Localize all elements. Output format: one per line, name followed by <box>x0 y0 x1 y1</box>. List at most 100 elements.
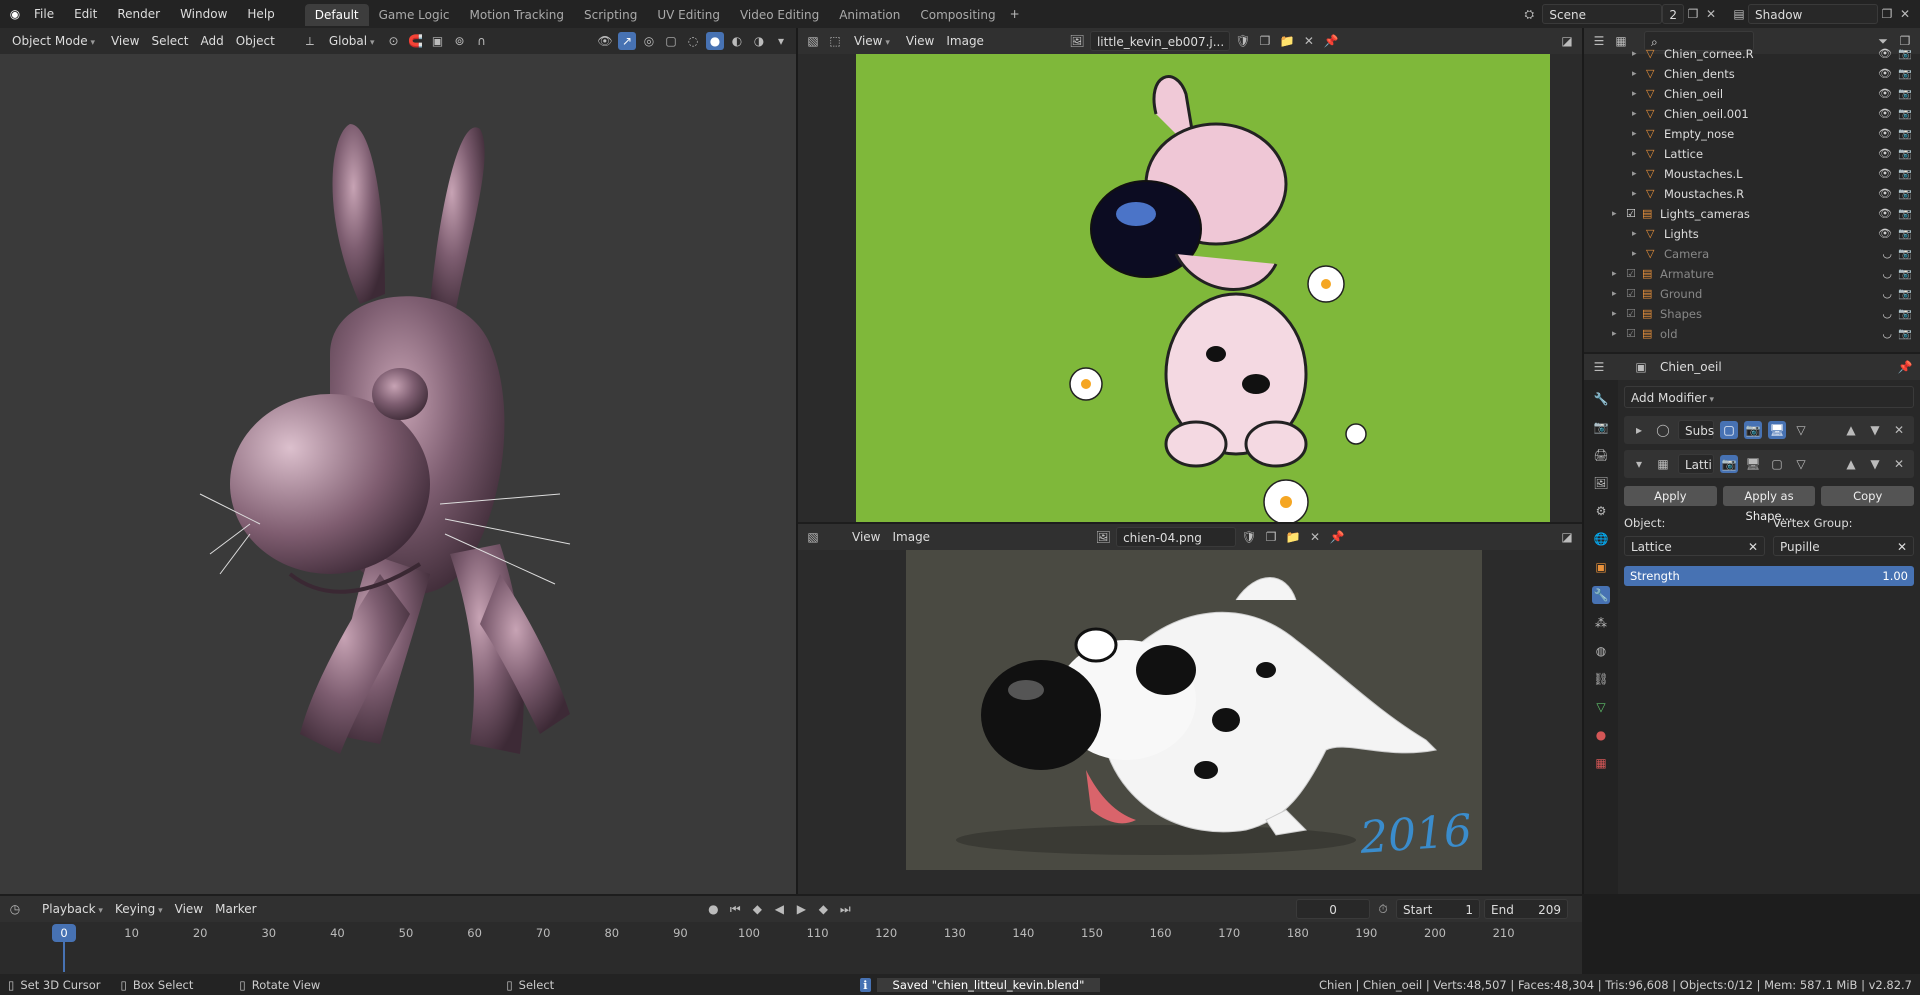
camera-icon[interactable]: 📷 <box>1898 124 1912 144</box>
image-menu-view[interactable]: View <box>846 527 886 547</box>
modifier-tab-icon[interactable]: 🔧 <box>1592 586 1610 604</box>
end-frame-field[interactable]: End 209 <box>1484 899 1569 919</box>
camera-icon[interactable]: 📷 <box>1898 44 1912 64</box>
outliner-row[interactable]: ▸ ▽ Moustaches.R 👁 📷 <box>1584 184 1920 204</box>
tool-tab-icon[interactable]: 🔧 <box>1592 390 1610 408</box>
texture-tab-icon[interactable]: ▦ <box>1592 754 1610 772</box>
orientation-dropdown[interactable]: Global <box>323 31 381 51</box>
open-image-icon[interactable]: 📁 <box>1278 32 1296 50</box>
show-cage-icon[interactable]: ▽ <box>1792 455 1810 473</box>
expand-arrow-icon[interactable]: ▸ <box>1612 284 1626 304</box>
workspace-tab-game-logic[interactable]: Game Logic <box>369 4 460 26</box>
expand-arrow-icon[interactable]: ▸ <box>1632 84 1646 104</box>
show-render-icon[interactable]: 📷 <box>1744 421 1762 439</box>
apply-as-shape-button[interactable]: Apply as Shape... <box>1722 486 1816 523</box>
image-editor-top[interactable]: ▧ ⬚ View ViewImage 🖼 little_kevin_eb007.… <box>798 28 1582 522</box>
modifier-name-field[interactable]: Subs <box>1678 420 1714 440</box>
pin-icon[interactable]: 📌 <box>1896 358 1914 376</box>
camera-icon[interactable]: 📷 <box>1898 284 1912 304</box>
preview-range-icon[interactable]: ⏱ <box>1374 900 1392 918</box>
new-scene-icon[interactable]: ❐ <box>1684 5 1702 23</box>
add-modifier-dropdown[interactable]: Add Modifier <box>1624 386 1914 408</box>
apply-button[interactable]: Apply <box>1624 486 1717 506</box>
outliner-row[interactable]: ▸ ▽ Camera ◡ 📷 <box>1584 244 1920 264</box>
remove-modifier-icon[interactable]: ✕ <box>1890 421 1908 439</box>
play-icon[interactable]: ▶ <box>792 900 810 918</box>
camera-icon[interactable]: 📷 <box>1898 224 1912 244</box>
image-menu-view[interactable]: View <box>900 31 940 51</box>
display-channels-icon[interactable]: ◪ <box>1558 32 1576 50</box>
playhead[interactable]: 0 <box>52 924 76 942</box>
fake-user-icon[interactable]: 🛡 <box>1240 528 1258 546</box>
show-editmode-icon[interactable]: ▢ <box>1768 455 1786 473</box>
wireframe-shading-icon[interactable]: ◌ <box>684 32 702 50</box>
material-shading-icon[interactable]: ◐ <box>728 32 746 50</box>
outliner-row[interactable]: ▸ ▽ Empty_nose 👁 📷 <box>1584 124 1920 144</box>
expand-arrow-icon[interactable]: ▸ <box>1612 304 1626 324</box>
expand-arrow-icon[interactable]: ▸ <box>1632 64 1646 84</box>
camera-icon[interactable]: 📷 <box>1898 324 1912 344</box>
checkbox-icon[interactable]: ☑ <box>1626 284 1642 304</box>
scene-field[interactable]: Scene <box>1542 4 1663 24</box>
solid-shading-icon[interactable]: ● <box>706 32 724 50</box>
eye-icon[interactable]: 👁 <box>1878 144 1892 164</box>
display-channels-icon[interactable]: ◪ <box>1558 528 1576 546</box>
menu-render[interactable]: Render <box>107 0 170 28</box>
object-mode-dropdown[interactable]: Object Mode <box>6 31 101 51</box>
viewport-menu-view[interactable]: View <box>105 31 145 51</box>
view-mode-icon[interactable]: ⬚ <box>826 32 844 50</box>
particles-tab-icon[interactable]: ⁂ <box>1592 614 1610 632</box>
eye-icon[interactable]: 👁 <box>1878 84 1892 104</box>
copy-button[interactable]: Copy <box>1821 486 1915 506</box>
camera-icon[interactable]: 📷 <box>1898 144 1912 164</box>
pin-icon[interactable]: 📌 <box>1328 528 1346 546</box>
expand-arrow-icon[interactable]: ▸ <box>1632 124 1646 144</box>
pivot-icon[interactable]: ⊙ <box>385 32 403 50</box>
editor-type-icon[interactable]: ▧ <box>804 32 822 50</box>
scene-tab-icon[interactable]: ⚙ <box>1592 502 1610 520</box>
show-cage-icon[interactable]: ▽ <box>1792 421 1810 439</box>
workspace-tab-animation[interactable]: Animation <box>829 4 910 26</box>
remove-modifier-icon[interactable]: ✕ <box>1890 455 1908 473</box>
play-reverse-icon[interactable]: ◀ <box>770 900 788 918</box>
workspace-tab-scripting[interactable]: Scripting <box>574 4 647 26</box>
world-tab-icon[interactable]: 🌐 <box>1592 530 1610 548</box>
blender-logo-icon[interactable]: ◉ <box>6 5 24 23</box>
eye-icon[interactable]: 👁 <box>1878 164 1892 184</box>
outliner-row[interactable]: ▸ ☑ ▤ Lights_cameras 👁 📷 <box>1584 204 1920 224</box>
add-workspace-icon[interactable]: + <box>1006 5 1024 23</box>
workspace-tab-uv-editing[interactable]: UV Editing <box>647 4 730 26</box>
workspace-tab-default[interactable]: Default <box>304 4 369 26</box>
camera-icon[interactable]: 📷 <box>1898 84 1912 104</box>
eye-icon[interactable]: ◡ <box>1882 324 1892 344</box>
xray-icon[interactable]: ▢ <box>662 32 680 50</box>
camera-icon[interactable]: 📷 <box>1898 304 1912 324</box>
expand-arrow-icon[interactable]: ▸ <box>1612 324 1626 344</box>
vertex-group-field[interactable]: Pupille ✕ <box>1773 536 1914 556</box>
eye-icon[interactable]: ◡ <box>1882 244 1892 264</box>
snap-icon[interactable]: 🧲 <box>407 32 425 50</box>
image-browse-icon[interactable]: 🖼 <box>1094 528 1112 546</box>
camera-icon[interactable]: 📷 <box>1898 204 1912 224</box>
viewport-menu-add[interactable]: Add <box>195 31 230 51</box>
constraints-tab-icon[interactable]: ⛓ <box>1592 670 1610 688</box>
clear-icon[interactable]: ✕ <box>1897 537 1907 555</box>
eye-icon[interactable]: 👁 <box>1878 204 1892 224</box>
editor-type-icon[interactable]: ☰ <box>1590 358 1608 376</box>
expand-arrow-icon[interactable]: ▸ <box>1632 44 1646 64</box>
expand-arrow-icon[interactable]: ▸ <box>1632 104 1646 124</box>
eye-icon[interactable]: 👁 <box>1878 224 1892 244</box>
view-layer-icon[interactable]: ▤ <box>1730 5 1748 23</box>
shading-options-icon[interactable]: ▾ <box>772 32 790 50</box>
gizmo-icon[interactable]: ↗ <box>618 32 636 50</box>
physics-tab-icon[interactable]: ◍ <box>1592 642 1610 660</box>
expand-arrow-icon[interactable]: ▸ <box>1612 204 1626 224</box>
view-layer-tab-icon[interactable]: 🖼 <box>1592 474 1610 492</box>
menu-window[interactable]: Window <box>170 0 237 28</box>
viewport-menu-object[interactable]: Object <box>230 31 281 51</box>
output-tab-icon[interactable]: 🖨 <box>1592 446 1610 464</box>
outliner-row[interactable]: ▸ ▽ Chien_oeil.001 👁 📷 <box>1584 104 1920 124</box>
outliner-row[interactable]: ▸ ▽ Chien_oeil 👁 📷 <box>1584 84 1920 104</box>
object-field[interactable]: Lattice ✕ <box>1624 536 1765 556</box>
expand-arrow-icon[interactable]: ▸ <box>1632 144 1646 164</box>
